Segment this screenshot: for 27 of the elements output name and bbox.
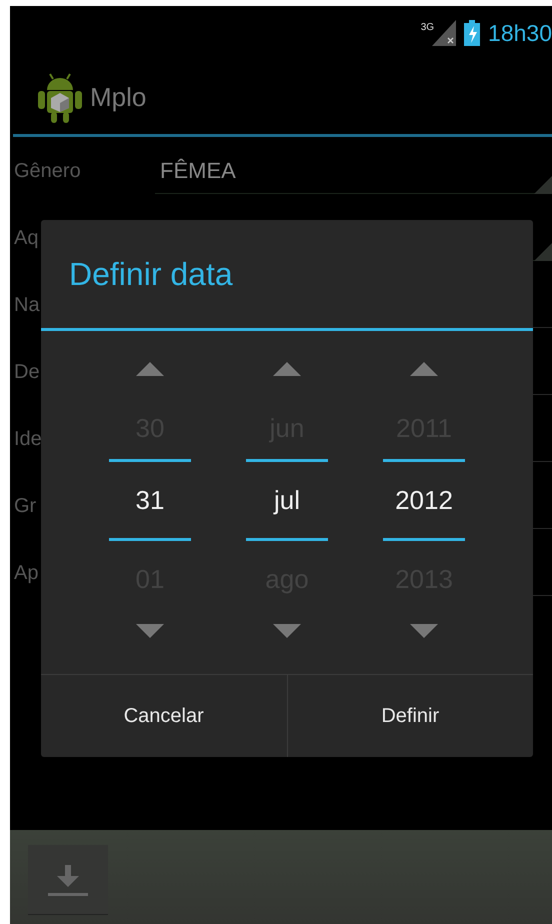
field-label: Aq <box>14 226 38 248</box>
app-title: Mplo <box>90 80 146 114</box>
up-arrow-icon <box>136 362 164 376</box>
down-arrow-icon <box>136 624 164 638</box>
selected-value[interactable]: 2012 <box>395 462 453 538</box>
field-label: Ide <box>14 428 42 450</box>
battery-icon <box>464 20 480 46</box>
signal-icon <box>432 20 456 46</box>
field-label: De <box>14 360 40 382</box>
selected-value[interactable]: jul <box>274 462 300 538</box>
up-arrow-icon <box>273 362 301 376</box>
up-arrow-icon <box>410 362 438 376</box>
field-label: Gênero <box>14 160 81 182</box>
dialog-button[interactable]: Definir <box>286 675 533 757</box>
down-arrow-icon <box>273 624 301 638</box>
clock: 18h30 <box>488 18 552 48</box>
field-label: Na <box>14 294 40 316</box>
down-arrow-icon <box>410 624 438 638</box>
network-label: 3G <box>420 21 434 35</box>
dialog-title: Definir data <box>68 255 234 294</box>
field-label: Gr <box>14 494 36 516</box>
selected-value[interactable]: 31 <box>136 462 164 538</box>
field-value: FÊMEA <box>160 157 236 185</box>
download-button[interactable] <box>28 845 108 915</box>
field-label: Ap <box>14 562 38 584</box>
download-icon <box>48 862 88 896</box>
dialog-button[interactable]: Cancelar <box>41 675 286 757</box>
